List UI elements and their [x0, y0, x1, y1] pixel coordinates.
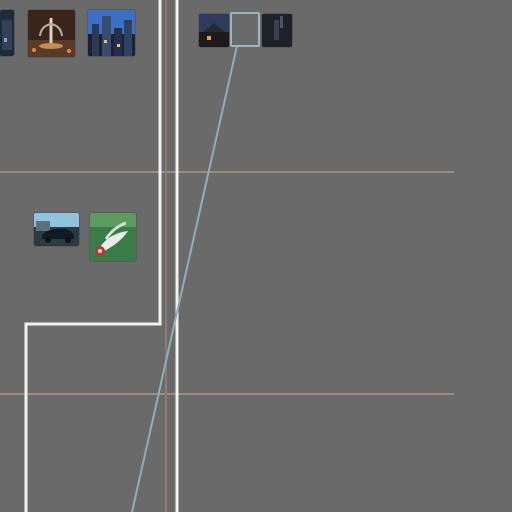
vertical-guide: [165, 0, 167, 512]
thumb-fountain-night[interactable]: [28, 10, 75, 57]
thumb-city-skyline-blue[interactable]: [88, 10, 135, 56]
fountain-image: [28, 10, 75, 57]
thumb-empty-slot[interactable]: [230, 12, 260, 47]
city-skyline-image: [88, 10, 135, 56]
dusk-house-image: [199, 14, 229, 47]
region-outline-layer: [24, 0, 238, 512]
thumb-car-street[interactable]: [34, 213, 79, 246]
car-street-image: [34, 213, 79, 246]
connector-line[interactable]: [131, 45, 238, 512]
horizontal-guide-top: [0, 171, 454, 173]
dark-figure-image: [262, 14, 292, 47]
thumb-night-building-partial[interactable]: [0, 10, 14, 56]
thumb-dusk-house[interactable]: [199, 14, 229, 47]
thumb-dark-figure[interactable]: [262, 14, 292, 47]
horizontal-guide-bottom: [0, 393, 454, 395]
night-building-image: [0, 10, 14, 56]
canvas-workspace[interactable]: [0, 0, 512, 512]
green-plant-image: [90, 213, 136, 261]
thumb-green-plant[interactable]: [90, 213, 136, 261]
